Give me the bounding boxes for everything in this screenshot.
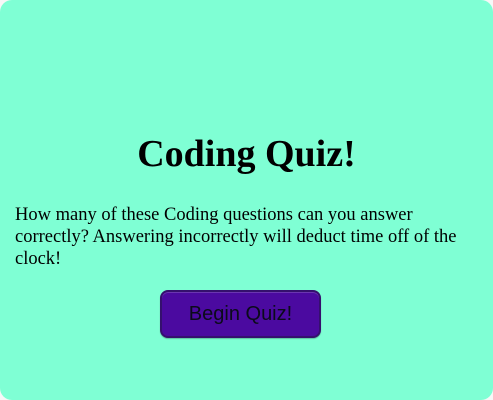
begin-quiz-button[interactable]: Begin Quiz! — [160, 290, 321, 338]
quiz-start-card: Coding Quiz! How many of these Coding qu… — [0, 0, 493, 400]
quiz-title: Coding Quiz! — [137, 133, 356, 175]
quiz-intro-text: How many of these Coding questions can y… — [15, 205, 457, 269]
